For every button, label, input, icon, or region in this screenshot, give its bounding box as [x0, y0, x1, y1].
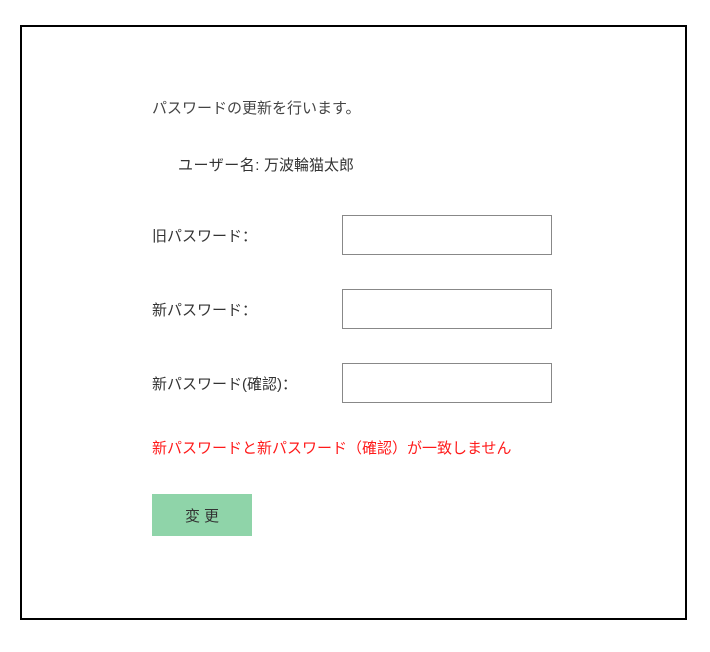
new-password-confirm-row: 新パスワード(確認)：	[152, 363, 575, 403]
password-update-form: パスワードの更新を行います。 ユーザー名: 万波輪猫太郎 旧パスワード： 新パス…	[20, 25, 687, 620]
old-password-row: 旧パスワード：	[152, 215, 575, 255]
error-message: 新パスワードと新パスワード（確認）が一致しません	[152, 437, 575, 458]
old-password-label: 旧パスワード：	[152, 225, 342, 246]
new-password-row: 新パスワード：	[152, 289, 575, 329]
new-password-confirm-input[interactable]	[342, 363, 552, 403]
new-password-input[interactable]	[342, 289, 552, 329]
username-row: ユーザー名: 万波輪猫太郎	[178, 154, 575, 175]
old-password-input[interactable]	[342, 215, 552, 255]
new-password-label: 新パスワード：	[152, 299, 342, 320]
username-value: 万波輪猫太郎	[264, 157, 354, 174]
submit-button[interactable]: 変更	[152, 494, 252, 536]
username-label: ユーザー名:	[178, 157, 260, 174]
new-password-confirm-label: 新パスワード(確認)：	[152, 373, 342, 394]
page-heading: パスワードの更新を行います。	[152, 97, 575, 118]
